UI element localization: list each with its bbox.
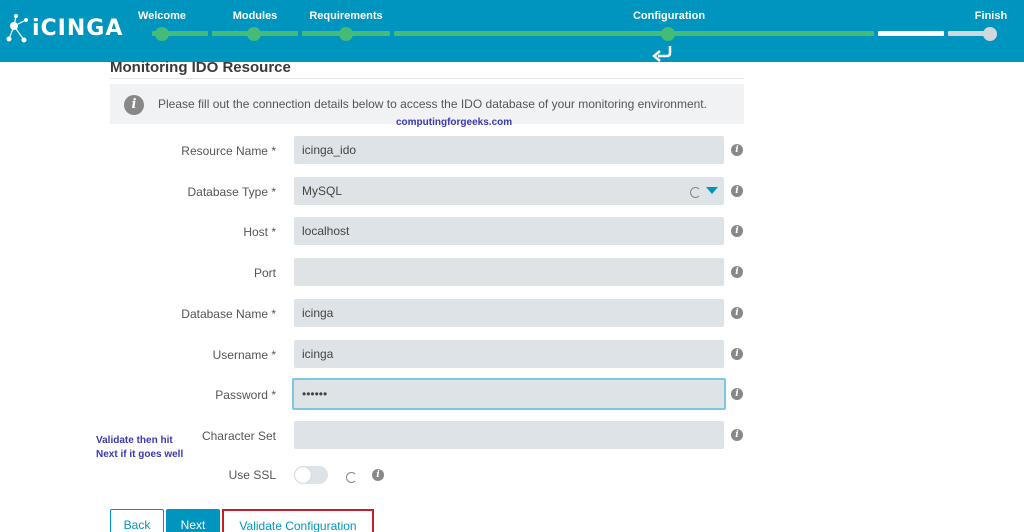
form-row-username: Username * i xyxy=(110,340,760,370)
character-set-input[interactable] xyxy=(294,421,724,449)
annotation-line-2: Next if it goes well xyxy=(96,449,184,460)
resource-name-label: Resource Name * xyxy=(181,144,276,158)
annotation-note: Validate then hit Next if it goes well xyxy=(96,434,183,462)
help-icon[interactable]: i xyxy=(731,185,743,197)
help-icon[interactable]: i xyxy=(731,225,743,237)
help-icon[interactable]: i xyxy=(731,307,743,319)
step-modules-label[interactable]: Modules xyxy=(233,10,278,22)
toggle-knob xyxy=(295,467,311,483)
wizard-header: iCINGA Welcome Modules Requirements Conf… xyxy=(0,0,1024,62)
database-type-select[interactable] xyxy=(294,177,724,205)
help-icon[interactable]: i xyxy=(731,266,743,278)
refresh-icon xyxy=(690,187,701,198)
help-icon[interactable]: i xyxy=(372,469,384,481)
refresh-icon xyxy=(346,472,357,483)
step-dot-finish xyxy=(983,27,997,41)
chevron-down-icon[interactable] xyxy=(706,187,718,194)
form-row-use-ssl: Use SSL i xyxy=(110,466,760,496)
step-requirements-label[interactable]: Requirements xyxy=(309,10,382,22)
use-ssl-label: Use SSL xyxy=(228,468,276,482)
password-label: Password * xyxy=(215,388,276,402)
form-row-database-type: Database Type * i xyxy=(110,177,760,207)
host-label: Host * xyxy=(243,225,276,239)
info-icon: i xyxy=(124,95,144,115)
database-name-input[interactable] xyxy=(294,299,724,327)
title-divider xyxy=(110,78,744,79)
progress-segment-configuration xyxy=(394,31,874,36)
character-set-label: Character Set xyxy=(201,429,276,443)
step-welcome-label[interactable]: Welcome xyxy=(138,10,186,22)
password-input[interactable] xyxy=(292,378,726,410)
username-input[interactable] xyxy=(294,340,724,368)
help-icon[interactable]: i xyxy=(731,429,743,441)
logo-text: iCINGA xyxy=(32,16,124,41)
page-title: Monitoring IDO Resource xyxy=(110,59,291,76)
username-label: Username * xyxy=(212,348,276,362)
database-type-label: Database Type * xyxy=(187,185,276,199)
use-ssl-toggle[interactable] xyxy=(294,466,328,484)
return-arrow-icon[interactable] xyxy=(651,44,673,62)
step-dot-modules[interactable] xyxy=(247,27,261,41)
form-row-host: Host * i xyxy=(110,217,760,247)
form-row-password: Password * i xyxy=(110,378,760,410)
step-dot-configuration[interactable] xyxy=(661,27,675,41)
progress-segment-current xyxy=(878,31,944,36)
form-row-port: Port i xyxy=(110,258,760,288)
next-button[interactable]: Next xyxy=(166,509,220,532)
form-row-database-name: Database Name * i xyxy=(110,299,760,329)
form-row-resource-name: Resource Name * i xyxy=(110,136,760,166)
host-input[interactable] xyxy=(294,217,724,245)
form-row-character-set: Character Set i xyxy=(110,421,760,451)
help-icon[interactable]: i xyxy=(731,388,743,400)
port-label: Port xyxy=(253,266,276,280)
resource-name-input[interactable] xyxy=(294,136,724,164)
back-button[interactable]: Back xyxy=(110,509,164,532)
annotation-line-1: Validate then hit xyxy=(96,435,173,446)
watermark-text: computingforgeeks.com xyxy=(396,117,513,128)
step-dot-requirements[interactable] xyxy=(339,27,353,41)
help-icon[interactable]: i xyxy=(731,348,743,360)
step-dot-welcome[interactable] xyxy=(155,27,169,41)
info-text: Please fill out the connection details b… xyxy=(158,97,707,111)
validate-configuration-button[interactable]: Validate Configuration xyxy=(222,509,374,532)
step-finish-label: Finish xyxy=(974,10,1008,22)
help-icon[interactable]: i xyxy=(731,144,743,156)
port-input[interactable] xyxy=(294,258,724,286)
database-name-label: Database Name * xyxy=(181,307,276,321)
step-configuration-label[interactable]: Configuration xyxy=(633,10,705,22)
